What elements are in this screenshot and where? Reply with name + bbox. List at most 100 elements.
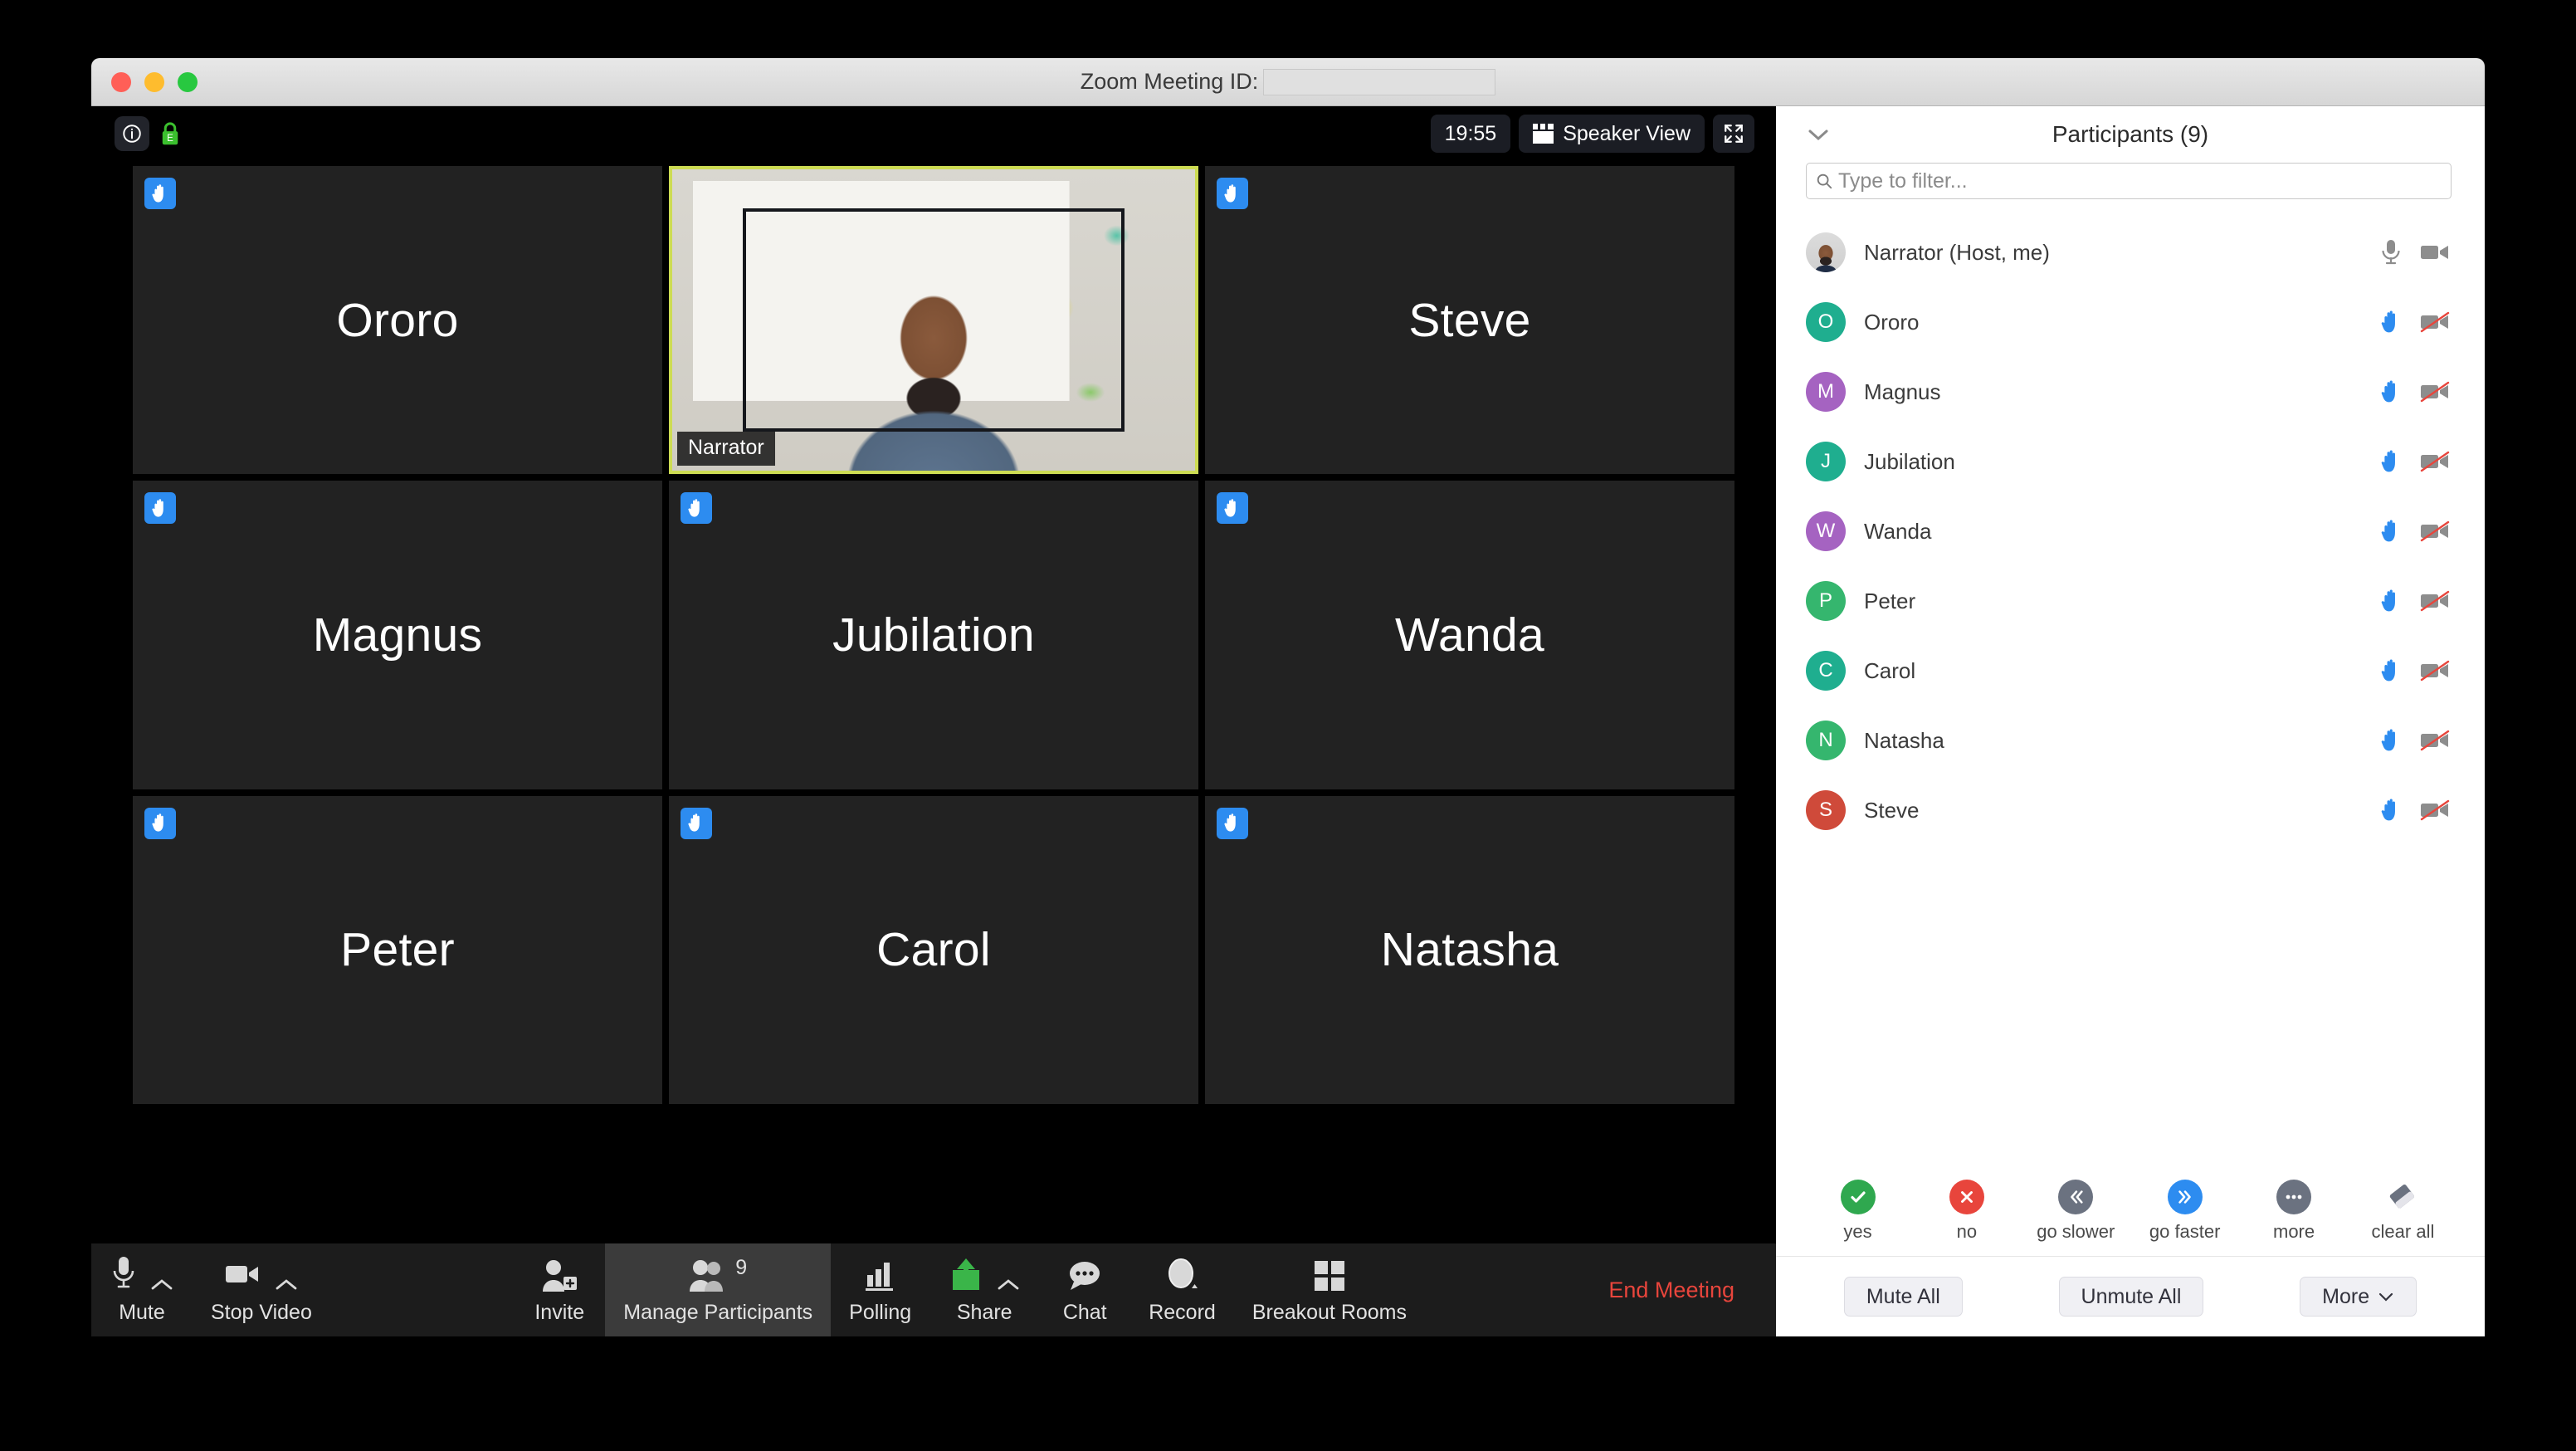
participant-row[interactable]: O Ororo	[1776, 287, 2485, 357]
video-camera-off-icon[interactable]	[2420, 590, 2450, 612]
video-tile[interactable]: Peter	[133, 795, 662, 1104]
video-tile[interactable]: Ororo	[133, 166, 662, 475]
search-icon	[1817, 173, 1832, 189]
share-options-chevron-icon	[998, 1279, 1019, 1290]
video-tile-name: Carol	[876, 923, 991, 977]
raised-hand-badge	[1217, 178, 1248, 209]
participant-name: Carol	[1864, 657, 1916, 683]
panel-more-button[interactable]: More	[2300, 1277, 2417, 1317]
raised-hand-badge	[1217, 492, 1248, 525]
meeting-id-redacted-field	[1263, 68, 1496, 95]
encryption-lock-icon[interactable]: E	[159, 121, 181, 146]
participant-row[interactable]: M Magnus	[1776, 357, 2485, 427]
raised-hand-icon[interactable]	[2380, 658, 2403, 683]
reaction-more[interactable]: more	[2251, 1180, 2338, 1243]
video-camera-off-icon[interactable]	[2420, 660, 2450, 682]
toolbar-spacer-left	[330, 1243, 514, 1336]
participant-row[interactable]: J Jubilation	[1776, 427, 2485, 496]
zoom-meeting-window: Zoom Meeting ID: E 19:55 Speaker View Or…	[91, 58, 2485, 1336]
avatar-initial: J	[1806, 442, 1846, 481]
video-camera-off-icon[interactable]	[2420, 311, 2450, 333]
raised-hand-icon[interactable]	[2380, 449, 2403, 474]
video-camera-off-icon[interactable]	[2420, 451, 2450, 472]
close-window-button[interactable]	[111, 71, 131, 92]
participant-name: Magnus	[1864, 379, 1941, 404]
raised-hand-badge	[1217, 807, 1248, 839]
video-camera-off-icon[interactable]	[2420, 799, 2450, 821]
filter-box[interactable]	[1806, 163, 2452, 199]
search-input[interactable]	[1838, 169, 2442, 193]
mute-all-label: Mute All	[1866, 1284, 1940, 1308]
reaction-label: no	[1956, 1221, 1978, 1242]
panel-more-label: More	[2322, 1284, 2370, 1308]
speaker-view-button[interactable]: Speaker View	[1519, 115, 1705, 153]
polling-button[interactable]: Polling	[831, 1243, 929, 1336]
mute-all-button[interactable]: Mute All	[1843, 1277, 1963, 1317]
share-screen-button[interactable]: Share	[929, 1243, 1039, 1336]
video-tile[interactable]: Carol	[669, 795, 1198, 1104]
video-tile-name: Peter	[340, 923, 455, 977]
maximize-window-button[interactable]	[178, 71, 198, 92]
participant-status-icons	[2380, 728, 2450, 753]
minimize-window-button[interactable]	[144, 71, 164, 92]
reaction-yes[interactable]: yes	[1814, 1180, 1901, 1243]
participant-name: Jubilation	[1864, 448, 1955, 474]
raised-hand-icon[interactable]	[2380, 379, 2403, 404]
chat-button[interactable]: Chat	[1039, 1243, 1130, 1336]
participant-row[interactable]: C Carol	[1776, 636, 2485, 706]
stop-video-button[interactable]: Stop Video	[193, 1243, 330, 1336]
reaction-label: clear all	[2371, 1221, 2435, 1242]
participant-list: Narrator (Host, me) O Ororo M Magnus J Jubi…	[1776, 217, 2485, 1180]
reaction-label: go slower	[2037, 1221, 2115, 1242]
reaction-clear-all[interactable]: clear all	[2359, 1180, 2447, 1243]
double-chevron-right-icon	[2167, 1180, 2203, 1214]
end-meeting-button[interactable]: End Meeting	[1608, 1243, 1776, 1336]
raised-hand-badge	[681, 492, 712, 525]
participant-row[interactable]: P Peter	[1776, 566, 2485, 636]
video-options-chevron-icon	[276, 1279, 297, 1290]
record-button[interactable]: Record	[1130, 1243, 1234, 1336]
video-camera-icon[interactable]	[2420, 242, 2450, 263]
video-tile[interactable]: Natasha	[1205, 795, 1734, 1104]
unmute-all-button[interactable]: Unmute All	[2058, 1277, 2204, 1317]
raised-hand-badge	[681, 807, 712, 839]
reaction-go-slower[interactable]: go slower	[2032, 1180, 2120, 1243]
chat-bubble-icon	[1066, 1255, 1103, 1293]
video-camera-off-icon[interactable]	[2420, 381, 2450, 403]
reaction-go-faster[interactable]: go faster	[2141, 1180, 2228, 1243]
participant-status-icons	[2380, 519, 2450, 544]
mute-button[interactable]: Mute	[91, 1243, 193, 1336]
window-title-group: Zoom Meeting ID:	[91, 68, 2485, 95]
raised-hand-icon[interactable]	[2380, 310, 2403, 335]
info-icon[interactable]	[115, 116, 149, 151]
participant-row[interactable]: N Natasha	[1776, 706, 2485, 775]
video-tile[interactable]: Steve	[1205, 166, 1734, 475]
chevron-down-icon[interactable]	[1806, 126, 1831, 143]
microphone-icon[interactable]	[2378, 238, 2403, 266]
microphone-icon	[110, 1255, 174, 1293]
video-tile[interactable]: Narrator	[669, 166, 1198, 475]
invite-button[interactable]: Invite	[514, 1243, 605, 1336]
raised-hand-icon[interactable]	[2380, 798, 2403, 823]
avatar-initial: W	[1806, 511, 1846, 551]
video-camera-off-icon[interactable]	[2420, 520, 2450, 542]
video-tile[interactable]: Jubilation	[669, 481, 1198, 789]
video-tile[interactable]: Wanda	[1205, 481, 1734, 789]
raised-hand-icon[interactable]	[2380, 589, 2403, 613]
breakout-rooms-button[interactable]: Breakout Rooms	[1234, 1243, 1425, 1336]
manage-participants-button[interactable]: 9 Manage Participants	[605, 1243, 832, 1336]
speaker-view-label: Speaker View	[1563, 121, 1690, 145]
reaction-no[interactable]: no	[1923, 1180, 2010, 1243]
svg-text:E: E	[167, 134, 173, 144]
view-controls: 19:55 Speaker View	[1430, 115, 1754, 153]
participant-row[interactable]: Narrator (Host, me)	[1776, 217, 2485, 287]
raised-hand-icon[interactable]	[2380, 519, 2403, 544]
participant-row[interactable]: S Steve	[1776, 775, 2485, 845]
participant-name: Wanda	[1864, 518, 1932, 544]
raised-hand-icon[interactable]	[2380, 728, 2403, 753]
participant-row[interactable]: W Wanda	[1776, 496, 2485, 566]
avatar-initial: S	[1806, 790, 1846, 830]
video-camera-off-icon[interactable]	[2420, 730, 2450, 751]
video-tile[interactable]: Magnus	[133, 481, 662, 789]
enter-fullscreen-icon[interactable]	[1713, 115, 1754, 153]
